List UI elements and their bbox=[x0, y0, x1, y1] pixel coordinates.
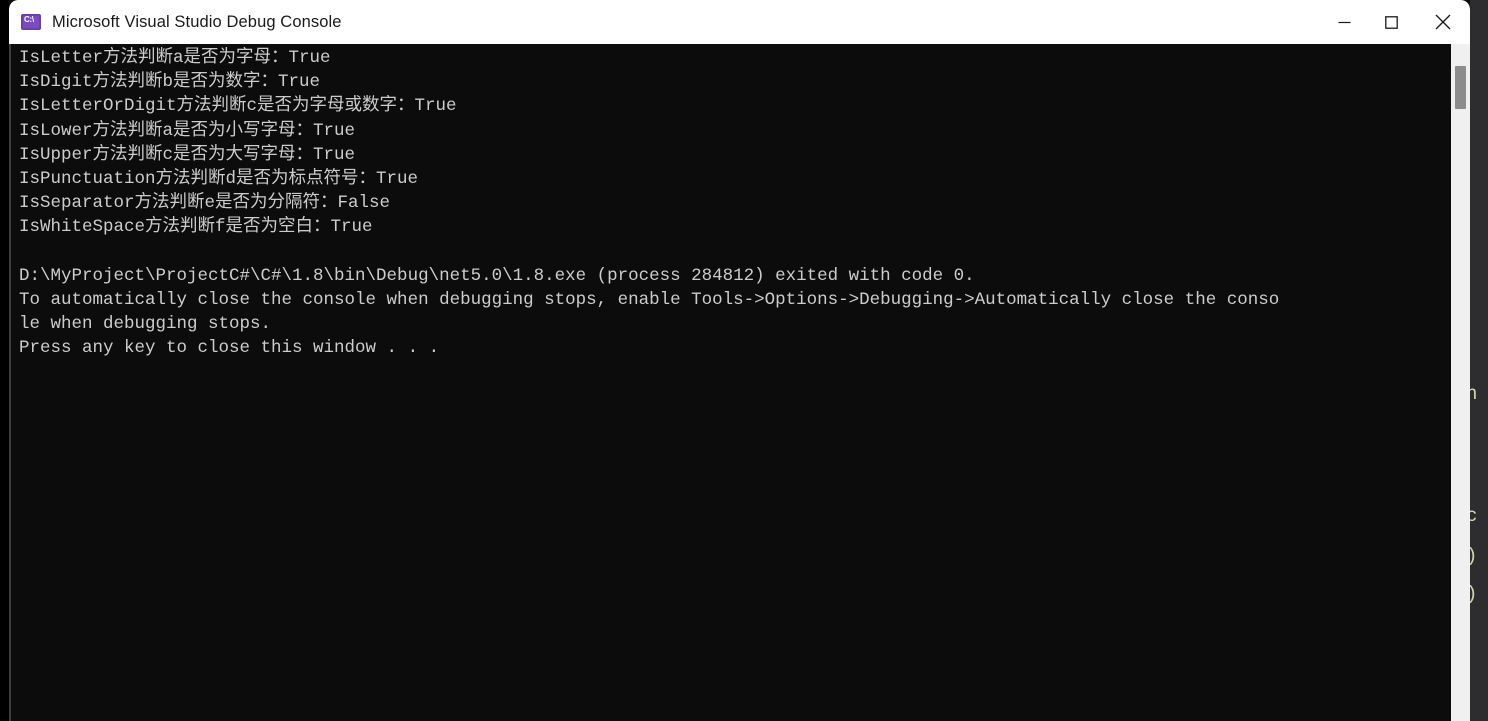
console-output-area[interactable]: IsLetter方法判断a是否为字母：True IsDigit方法判断b是否为数字… bbox=[9, 44, 1470, 721]
console-line: IsUpper方法判断c是否为大写字母：True bbox=[19, 144, 356, 165]
console-line: le when debugging stops. bbox=[19, 314, 272, 335]
minimize-button[interactable] bbox=[1321, 0, 1368, 44]
screen-root: n c ) ) Microsoft Visual Studio Debug Co… bbox=[0, 0, 1488, 721]
console-app-icon bbox=[21, 14, 41, 30]
console-line: IsLetter方法判断a是否为字母：True bbox=[19, 48, 331, 68]
console-line: D:\MyProject\ProjectC#\C#\1.8\bin\Debug\… bbox=[19, 265, 975, 286]
maximize-button[interactable] bbox=[1368, 0, 1415, 44]
backdrop-fragment: ) bbox=[1470, 545, 1477, 567]
backdrop-fragment: c bbox=[1470, 505, 1478, 527]
console-line: IsSeparator方法判断e是否为分隔符：False bbox=[19, 193, 391, 214]
console-text-buffer: IsLetter方法判断a是否为字母：True IsDigit方法判断b是否为数字… bbox=[19, 46, 1454, 360]
console-line: IsDigit方法判断b是否为数字：True bbox=[19, 72, 321, 93]
title-bar[interactable]: Microsoft Visual Studio Debug Console bbox=[9, 0, 1470, 44]
visual-studio-backdrop: n c ) ) bbox=[1470, 0, 1488, 721]
backdrop-fragment: ) bbox=[1470, 583, 1477, 605]
console-line: To automatically close the console when … bbox=[19, 289, 1280, 310]
console-line: IsWhiteSpace方法判断f是否为空白：True bbox=[19, 217, 373, 238]
close-button[interactable] bbox=[1415, 0, 1470, 44]
window-title: Microsoft Visual Studio Debug Console bbox=[52, 12, 342, 31]
console-line: Press any key to close this window . . . bbox=[19, 338, 440, 359]
console-line: IsLower方法判断a是否为小写字母：True bbox=[19, 120, 356, 141]
close-icon bbox=[1435, 14, 1450, 30]
desktop-background-left bbox=[0, 0, 9, 721]
console-line: IsPunctuation方法判断d是否为标点符号：True bbox=[19, 168, 419, 189]
console-left-edge bbox=[9, 44, 11, 721]
console-line: IsLetterOrDigit方法判断c是否为字母或数字：True bbox=[19, 96, 457, 117]
window-controls bbox=[1321, 0, 1470, 44]
scrollbar-thumb[interactable] bbox=[1455, 66, 1466, 109]
maximize-icon bbox=[1385, 15, 1398, 29]
debug-console-window: Microsoft Visual Studio Debug Console bbox=[9, 0, 1470, 721]
console-scrollbar[interactable] bbox=[1451, 44, 1470, 721]
backdrop-fragment: n bbox=[1470, 383, 1478, 405]
minimize-icon bbox=[1338, 21, 1351, 23]
